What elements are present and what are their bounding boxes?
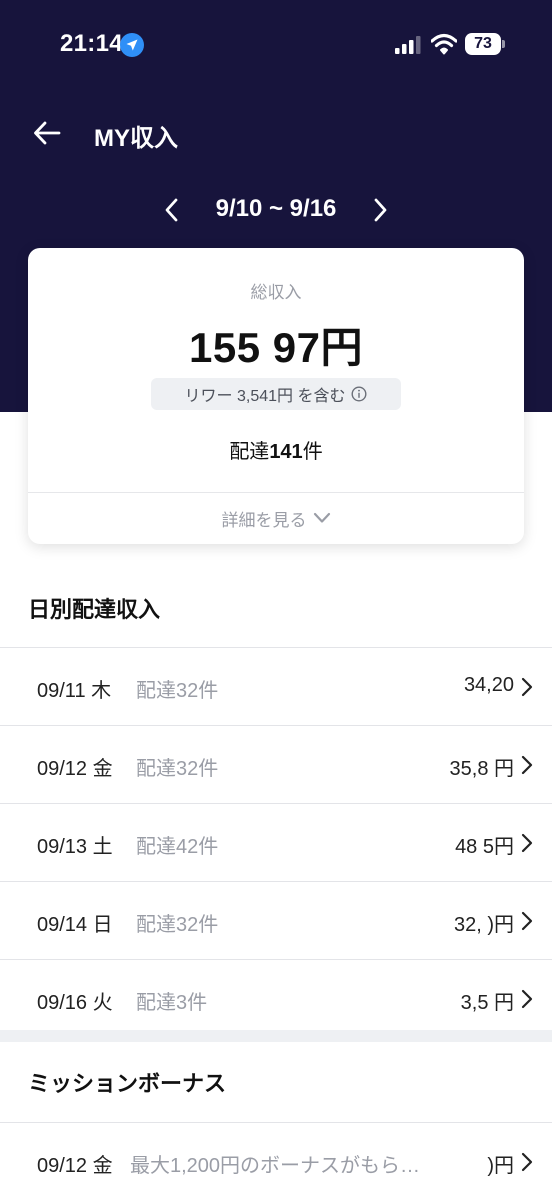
chevron-left-icon[interactable] [160,196,184,224]
page-title: MY収入 [94,125,178,152]
total-income-label: 総収入 [250,283,302,302]
chevron-right-icon [521,755,533,775]
daily-row[interactable]: 09/14 日 配達32件 32, )円 [0,881,552,959]
row-amount: 3,5 円 [460,992,514,1014]
info-icon[interactable] [351,386,367,402]
delivery-count-suffix: 件 [302,441,323,463]
row-amount: 35,8 円 [449,758,514,780]
row-amount: )円 [487,1155,514,1177]
daily-row[interactable]: 09/13 土 配達42件 48 5円 [0,803,552,881]
battery-tip [502,40,505,48]
date-range: 9/10 ~ 9/16 [215,195,337,222]
battery-icon: 73 [465,33,505,57]
chevron-right-icon [521,833,533,853]
daily-row[interactable]: 09/11 木 配達32件 34,20 [0,647,552,725]
battery-level: 73 [465,33,501,55]
location-arrow-icon [120,33,144,57]
chevron-right-icon [521,989,533,1009]
row-date: 09/12 金 [37,758,113,780]
signal-icon [395,36,421,54]
row-date: 09/11 木 [37,680,112,702]
section-separator [0,1030,552,1042]
bonus-description: 最大1,200円のボーナスがもら… [130,1155,421,1177]
row-amount: 34,20 [463,674,514,696]
mission-bonus-title: ミッションボーナス [28,1071,227,1096]
row-date: 09/13 土 [37,836,113,858]
row-delivery-count: 配達32件 [136,914,219,936]
status-bar: 21:14 73 [0,0,552,90]
delivery-count-value: 141 [269,441,303,463]
daily-row[interactable]: 09/16 火 配達3件 3,5 円 [0,959,552,1030]
daily-row[interactable]: 09/12 金 配達32件 35,8 円 [0,725,552,803]
chevron-down-icon [313,512,330,523]
chevron-right-icon [521,1152,533,1172]
total-income-amount: 155 97円 [189,324,363,371]
row-delivery-count: 配達3件 [136,992,208,1014]
row-delivery-count: 配達42件 [136,836,219,858]
row-amount: 32, )円 [453,914,514,936]
row-date: 09/14 日 [37,914,113,936]
delivery-count-prefix: 配達 [229,441,270,463]
see-details-label: 詳細を見る [221,510,307,530]
row-date: 09/12 金 [37,1155,113,1177]
delivery-count: 配達141件 [28,435,524,464]
daily-income-title: 日別配達収入 [28,597,161,622]
bonus-row[interactable]: 09/12 金 最大1,200円のボーナスがもら… )円 [0,1122,552,1200]
row-delivery-count: 配達32件 [136,758,219,780]
income-summary-card: 総収入 155 97円 リワー 3,541円 を含む 配達141件 詳細を見る [28,248,524,544]
chevron-right-icon [521,677,533,697]
reward-badge: リワー 3,541円 を含む [151,378,401,410]
wifi-icon [431,33,457,55]
row-date: 09/16 火 [37,992,113,1014]
chevron-right-icon [521,911,533,931]
chevron-right-icon[interactable] [368,196,392,224]
row-delivery-count: 配達32件 [136,680,219,702]
status-time: 21:14 [60,30,123,57]
back-arrow-icon[interactable] [32,118,62,148]
reward-text: リワー 3,541円 を含む [184,388,346,405]
see-details-button[interactable]: 詳細を見る [28,492,524,544]
row-amount: 48 5円 [455,836,514,858]
